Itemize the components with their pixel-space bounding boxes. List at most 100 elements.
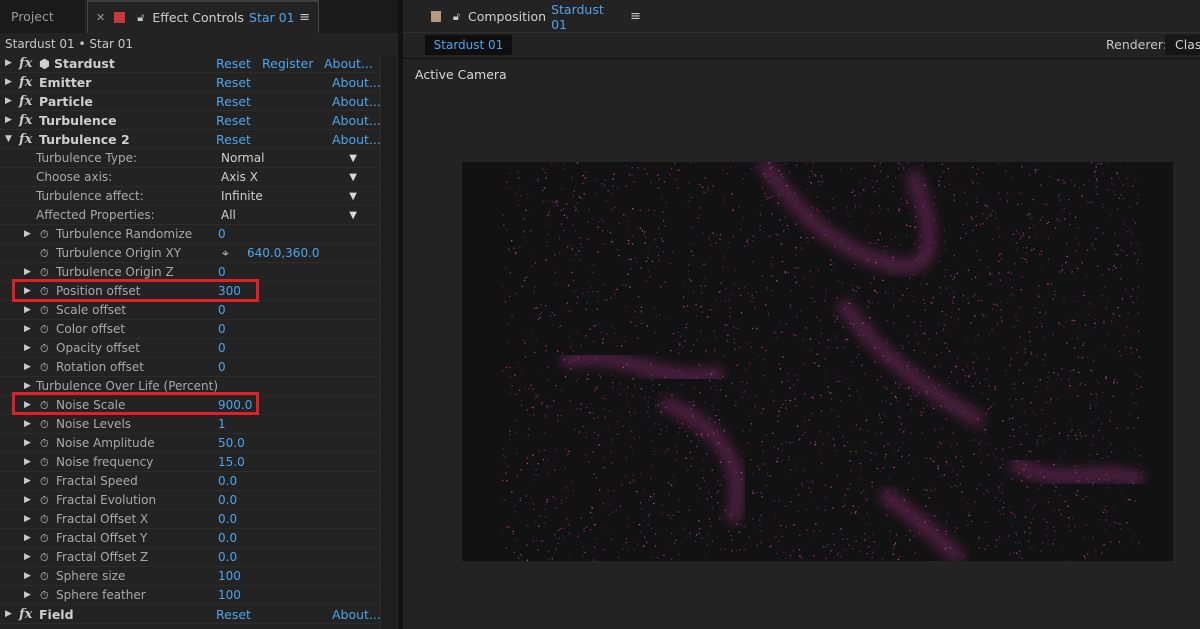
close-icon[interactable]: ✕: [96, 11, 105, 24]
expand-triangle-icon[interactable]: ▶: [24, 339, 34, 358]
expand-triangle-icon[interactable]: ▶: [24, 491, 34, 510]
param-value[interactable]: 100: [218, 567, 241, 586]
param-value[interactable]: 0: [218, 358, 226, 377]
param-value[interactable]: 0.0: [218, 472, 237, 491]
expand-triangle-icon[interactable]: ▶: [24, 529, 34, 548]
fx-icon[interactable]: fx: [19, 130, 32, 149]
particle-render-canvas[interactable]: [462, 162, 1173, 561]
effect-row-turbulence-2[interactable]: ▼ fx Turbulence 2 Reset About...: [0, 130, 381, 149]
stopwatch-icon[interactable]: ⏱: [40, 472, 51, 491]
turbulence-type-dropdown[interactable]: Normal ▼: [221, 149, 361, 168]
about-button[interactable]: About...: [332, 92, 381, 111]
param-value[interactable]: 0: [218, 320, 226, 339]
reset-button[interactable]: Reset: [216, 54, 251, 73]
stopwatch-icon[interactable]: ⏱: [40, 358, 51, 377]
tab-effect-controls[interactable]: ✕ 🔓︎ Effect Controls Star 01 ≡: [87, 0, 319, 33]
reset-button[interactable]: Reset: [216, 605, 251, 624]
tab-composition[interactable]: 🔓︎ Composition Stardust 01 ≡: [403, 0, 641, 33]
register-button[interactable]: Register: [262, 54, 313, 73]
stopwatch-icon[interactable]: ⏱: [40, 244, 51, 263]
fx-icon[interactable]: fx: [19, 54, 32, 73]
expand-triangle-icon[interactable]: ▶: [24, 415, 34, 434]
stopwatch-icon[interactable]: ⏱: [40, 415, 51, 434]
fx-icon[interactable]: fx: [19, 92, 32, 111]
reset-button[interactable]: Reset: [216, 73, 251, 92]
expand-triangle-icon[interactable]: ▶: [24, 510, 34, 529]
tab-effect-controls-layer[interactable]: Star 01: [249, 10, 295, 25]
cube-icon: ⬢: [39, 56, 50, 71]
tab-composition-name[interactable]: Stardust 01: [551, 2, 616, 32]
stopwatch-icon[interactable]: ⏱: [40, 225, 51, 244]
expand-triangle-icon[interactable]: ▶: [5, 92, 15, 111]
about-button[interactable]: About...: [332, 111, 381, 130]
expand-triangle-icon[interactable]: ▶: [5, 54, 15, 73]
tab-project[interactable]: Project: [0, 0, 86, 33]
expand-triangle-icon[interactable]: ▶: [24, 567, 34, 586]
expand-triangle-icon[interactable]: ▶: [24, 472, 34, 491]
composition-navigator-button[interactable]: Stardust 01: [425, 35, 512, 55]
effect-row-turbulence[interactable]: ▶ fx Turbulence Reset About...: [0, 111, 381, 130]
reset-button[interactable]: Reset: [216, 92, 251, 111]
expand-triangle-icon[interactable]: ▶: [24, 434, 34, 453]
about-button[interactable]: About...: [332, 73, 381, 92]
param-value[interactable]: 0.0: [218, 529, 237, 548]
expand-triangle-icon[interactable]: ▶: [24, 548, 34, 567]
stopwatch-icon[interactable]: ⏱: [40, 586, 51, 605]
expand-triangle-icon[interactable]: ▶: [5, 111, 15, 130]
stopwatch-icon[interactable]: ⏱: [40, 434, 51, 453]
reset-button[interactable]: Reset: [216, 111, 251, 130]
choose-axis-dropdown[interactable]: Axis X ▼: [221, 168, 361, 187]
stopwatch-icon[interactable]: ⏱: [40, 567, 51, 586]
param-value[interactable]: 640.0,360.0: [247, 244, 320, 263]
expand-triangle-icon[interactable]: ▶: [5, 605, 15, 624]
effect-row-field[interactable]: ▶ fx Field Reset About...: [0, 605, 381, 624]
expand-triangle-icon[interactable]: ▶: [24, 586, 34, 605]
effect-row-emitter[interactable]: ▶ fx Emitter Reset About...: [0, 73, 381, 92]
effect-row-particle[interactable]: ▶ fx Particle Reset About...: [0, 92, 381, 111]
param-value[interactable]: 50.0: [218, 434, 245, 453]
crosshair-icon[interactable]: ⌖: [222, 244, 229, 263]
param-value[interactable]: 0: [218, 339, 226, 358]
stopwatch-icon[interactable]: ⏱: [40, 548, 51, 567]
fx-icon[interactable]: fx: [19, 605, 32, 624]
expand-triangle-icon[interactable]: ▶: [24, 301, 34, 320]
param-value[interactable]: 0: [218, 301, 226, 320]
stopwatch-icon[interactable]: ⏱: [40, 510, 51, 529]
panel-menu-icon[interactable]: ≡: [630, 9, 641, 24]
panel-scrollbar[interactable]: [380, 56, 396, 629]
stopwatch-icon[interactable]: ⏱: [40, 491, 51, 510]
fx-icon[interactable]: fx: [19, 111, 32, 130]
expand-triangle-icon[interactable]: ▶: [24, 225, 34, 244]
panel-menu-icon[interactable]: ≡: [299, 10, 310, 25]
param-value[interactable]: 15.0: [218, 453, 245, 472]
stopwatch-icon[interactable]: ⏱: [40, 453, 51, 472]
about-button[interactable]: About...: [324, 54, 373, 73]
dropdown-value: All: [221, 208, 236, 222]
lock-icon[interactable]: 🔓︎: [453, 10, 460, 24]
expand-triangle-icon[interactable]: ▶: [24, 320, 34, 339]
renderer-dropdown[interactable]: Classic 3D: [1165, 35, 1200, 55]
param-value[interactable]: 0: [218, 225, 226, 244]
expand-triangle-icon[interactable]: ▶: [24, 358, 34, 377]
turbulence-affect-dropdown[interactable]: Infinite ▼: [221, 187, 361, 206]
about-button[interactable]: About...: [332, 130, 381, 149]
effect-row-stardust[interactable]: ▶ fx ⬢ Stardust Reset Register About...: [0, 54, 378, 73]
stopwatch-icon[interactable]: ⏱: [40, 301, 51, 320]
param-value[interactable]: 100: [218, 586, 241, 605]
expand-triangle-icon[interactable]: ▶: [24, 453, 34, 472]
reset-button[interactable]: Reset: [216, 130, 251, 149]
about-button[interactable]: About...: [332, 605, 381, 624]
fx-icon[interactable]: fx: [19, 73, 32, 92]
stopwatch-icon[interactable]: ⏱: [40, 339, 51, 358]
param-value[interactable]: 0.0: [218, 510, 237, 529]
affected-properties-dropdown[interactable]: All ▼: [221, 206, 361, 225]
stopwatch-icon[interactable]: ⏱: [40, 320, 51, 339]
param-value[interactable]: 0.0: [218, 548, 237, 567]
lock-icon[interactable]: 🔓︎: [137, 11, 144, 25]
composition-viewer[interactable]: Active Camera: [403, 59, 1200, 629]
stopwatch-icon[interactable]: ⏱: [40, 529, 51, 548]
param-value[interactable]: 0.0: [218, 491, 237, 510]
param-value[interactable]: 1: [218, 415, 226, 434]
collapse-triangle-icon[interactable]: ▼: [5, 130, 15, 149]
expand-triangle-icon[interactable]: ▶: [5, 73, 15, 92]
